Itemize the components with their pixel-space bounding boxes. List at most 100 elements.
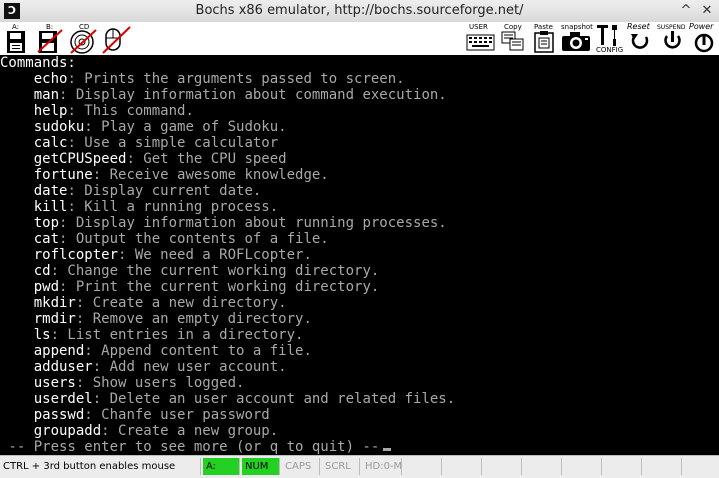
command-name: groupadd <box>33 423 102 439</box>
pager-prompt: -- Press enter to see more (or q to quit… <box>0 439 380 455</box>
command-description: : List entries in a directory. <box>50 327 304 343</box>
reset-icon <box>631 34 649 49</box>
snapshot-button[interactable]: snapshot <box>560 22 594 55</box>
command-name: getCPUSpeed <box>33 151 127 167</box>
command-name: ls <box>33 327 51 343</box>
console-line: userdel: Delete an user account and rela… <box>0 391 719 407</box>
command-description: : Change the current working directory. <box>50 263 380 279</box>
console-line: calc: Use a simple calculator <box>0 135 719 151</box>
copy-icon <box>501 31 524 51</box>
status-slot-10 <box>564 458 602 475</box>
user-keyboard-button[interactable]: USER <box>466 22 496 55</box>
mouse-toggle-button[interactable] <box>100 22 132 55</box>
command-description: : Output the contents of a file. <box>59 231 329 247</box>
floppy-b-icon <box>37 29 63 53</box>
power-icon <box>694 33 714 53</box>
status-hd: HD:0-M <box>362 458 402 475</box>
console-line: rmdir: Remove an empty directory. <box>0 311 719 327</box>
suspend-icon <box>664 31 681 49</box>
paste-button[interactable]: Paste <box>531 22 559 55</box>
cdrom-button[interactable]: CD <box>68 22 98 55</box>
console-line: help: This command. <box>0 103 719 119</box>
command-description: : Display information about command exec… <box>59 87 447 103</box>
status-slot-7 <box>444 458 482 475</box>
console-line: fortune: Receive awesome knowledge. <box>0 167 719 183</box>
window-title: Bochs x86 emulator, http://bochs.sourcef… <box>195 3 524 18</box>
command-description: : Kill a running process. <box>67 199 279 215</box>
console-line: ls: List entries in a directory. <box>0 327 719 343</box>
command-name: echo <box>33 71 68 87</box>
mouse-icon <box>102 26 131 54</box>
console-line: passwd: Chanfe user password <box>0 407 719 423</box>
suspend-button[interactable]: SUSPEND <box>656 22 688 55</box>
copy-button[interactable]: Copy <box>500 22 527 55</box>
command-description: : Use a simple calculator <box>67 135 279 151</box>
command-name: roflcopter <box>33 247 119 263</box>
command-description: : This command. <box>67 103 194 119</box>
power-button[interactable]: Power <box>688 22 719 55</box>
command-name: cat <box>33 231 60 247</box>
status-slot-6 <box>404 458 442 475</box>
close-button[interactable]: ✕ <box>699 3 715 19</box>
command-description: : Show users logged. <box>75 375 245 391</box>
command-name: date <box>33 183 68 199</box>
console-line: pwd: Print the current working directory… <box>0 279 719 295</box>
commands-header: Commands: <box>0 55 76 71</box>
command-description: : Play a game of Sudoku. <box>84 119 287 135</box>
text-cursor <box>383 448 392 451</box>
console-line: users: Show users logged. <box>0 375 719 391</box>
floppy-a-icon <box>7 31 25 53</box>
status-slot-13 <box>684 458 719 475</box>
command-name: userdel <box>33 391 93 407</box>
command-name: rmdir <box>33 311 76 327</box>
command-name: pwd <box>33 279 60 295</box>
command-name: mkdir <box>33 295 76 311</box>
status-slot-9 <box>524 458 562 475</box>
command-name: man <box>33 87 60 103</box>
command-description: : Remove an empty directory. <box>75 311 312 327</box>
console-line: date: Display current date. <box>0 183 719 199</box>
command-name: adduser <box>33 359 93 375</box>
command-name: help <box>33 103 68 119</box>
status-slot-12 <box>644 458 682 475</box>
console-line: groupadd: Create a new group. <box>0 423 719 439</box>
reset-button[interactable]: Reset <box>626 22 654 55</box>
console-line: man: Display information about command e… <box>0 87 719 103</box>
command-name: sudoku <box>33 119 85 135</box>
console-line: append: Append content to a file. <box>0 343 719 359</box>
command-description: : Display information about running proc… <box>59 215 447 231</box>
command-description: : Receive awesome knowledge. <box>92 167 329 183</box>
camera-icon <box>562 32 590 51</box>
status-num-lock: NUM <box>242 458 280 475</box>
command-name: users <box>33 375 76 391</box>
command-name: append <box>33 343 85 359</box>
floppy-b-button[interactable]: B: <box>36 22 64 55</box>
maximize-button[interactable]: ^ <box>678 3 694 19</box>
cdrom-icon <box>70 29 97 54</box>
console-line: cd: Change the current working directory… <box>0 263 719 279</box>
status-slot-11 <box>604 458 642 475</box>
command-name: top <box>33 215 60 231</box>
floppy-a-button[interactable]: A: <box>4 22 30 55</box>
command-description: : Create a new directory. <box>75 295 287 311</box>
console-line: adduser: Add new user account. <box>0 359 719 375</box>
command-description: : Append content to a file. <box>84 343 312 359</box>
console-line: top: Display information about running p… <box>0 215 719 231</box>
status-scroll-lock: SCRL <box>322 458 360 475</box>
command-description: : Prints the arguments passed to screen. <box>67 71 405 87</box>
mouse-hint: CTRL + 3rd button enables mouse <box>0 458 201 475</box>
title-bar: Ɔ Bochs x86 emulator, http://bochs.sourc… <box>0 0 719 23</box>
command-description: : Create a new group. <box>101 423 279 439</box>
console-line: getCPUSpeed: Get the CPU speed <box>0 151 719 167</box>
console-line: echo: Prints the arguments passed to scr… <box>0 71 719 87</box>
command-description: : Chanfe user password <box>84 407 270 423</box>
config-label: CONFIG <box>596 46 624 54</box>
command-description: : Print the current working directory. <box>59 279 380 295</box>
console-line: sudoku: Play a game of Sudoku. <box>0 119 719 135</box>
command-name: passwd <box>33 407 85 423</box>
config-button[interactable]: CONFIG <box>595 22 625 55</box>
command-description: : Get the CPU speed <box>126 151 287 167</box>
emulator-screen[interactable]: Commands: echo: Prints the arguments pas… <box>0 55 719 455</box>
console-line: mkdir: Create a new directory. <box>0 295 719 311</box>
command-name: kill <box>33 199 68 215</box>
